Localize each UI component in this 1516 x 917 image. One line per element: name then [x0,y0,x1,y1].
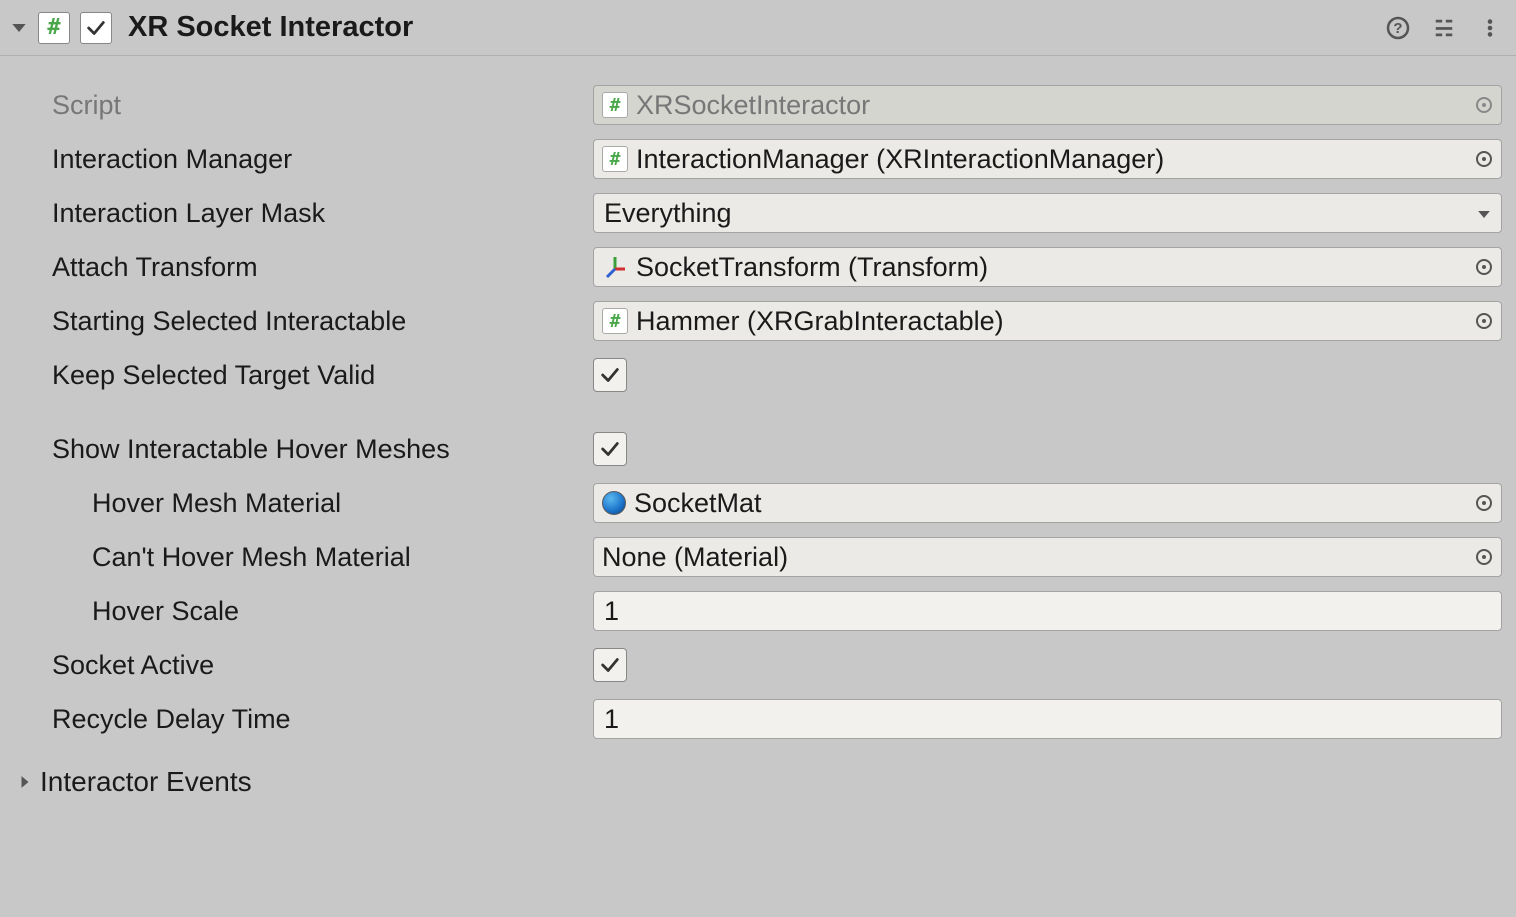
object-picker-icon[interactable] [1473,546,1495,568]
attach-transform-row: Attach Transform SocketTransform (Transf… [52,240,1502,294]
recycle-delay-row: Recycle Delay Time 1 [52,692,1502,746]
interaction-manager-value: InteractionManager (XRInteractionManager… [636,144,1493,175]
socket-active-label: Socket Active [52,650,593,681]
hover-scale-row: Hover Scale 1 [52,584,1502,638]
recycle-delay-input[interactable]: 1 [593,699,1502,739]
interaction-layer-mask-row: Interaction Layer Mask Everything [52,186,1502,240]
script-value: XRSocketInteractor [636,90,1493,121]
cant-hover-material-field[interactable]: None (Material) [593,537,1502,577]
keep-selected-valid-checkbox[interactable] [593,358,627,392]
script-row: Script # XRSocketInteractor [52,78,1502,132]
attach-transform-field[interactable]: SocketTransform (Transform) [593,247,1502,287]
socket-active-checkbox[interactable] [593,648,627,682]
interaction-manager-label: Interaction Manager [52,144,593,175]
hover-mesh-material-row: Hover Mesh Material SocketMat [52,476,1502,530]
recycle-delay-label: Recycle Delay Time [52,704,593,735]
starting-selected-value: Hammer (XRGrabInteractable) [636,306,1493,337]
socket-active-row: Socket Active [52,638,1502,692]
script-icon: # [38,12,70,44]
component-title: XR Socket Interactor [128,11,1376,44]
hover-mesh-material-label: Hover Mesh Material [52,488,593,519]
cant-hover-material-row: Can't Hover Mesh Material None (Material… [52,530,1502,584]
script-label: Script [52,90,593,121]
object-picker-icon [1473,94,1495,116]
hover-scale-value: 1 [604,596,619,627]
object-picker-icon[interactable] [1473,492,1495,514]
foldout-arrow-icon[interactable] [10,19,28,37]
recycle-delay-value: 1 [604,704,619,735]
object-picker-icon[interactable] [1473,148,1495,170]
show-hover-meshes-label: Show Interactable Hover Meshes [52,434,593,465]
interactor-events-row[interactable]: Interactor Events [16,746,1502,798]
keep-selected-valid-label: Keep Selected Target Valid [52,360,593,391]
script-type-icon: # [602,308,628,334]
component-enable-checkbox[interactable] [80,12,112,44]
script-type-icon: # [602,92,628,118]
svg-text:?: ? [1393,20,1402,37]
interaction-layer-mask-value: Everything [604,198,1491,229]
hover-scale-input[interactable]: 1 [593,591,1502,631]
transform-icon [602,254,628,280]
component-header: # XR Socket Interactor ? [0,0,1516,56]
interactor-events-label: Interactor Events [40,766,252,798]
material-icon [602,491,626,515]
properties-panel: Script # XRSocketInteractor Interaction … [0,56,1516,812]
cant-hover-material-value: None (Material) [602,542,1493,573]
help-icon[interactable]: ? [1386,16,1410,40]
attach-transform-label: Attach Transform [52,252,593,283]
starting-selected-label: Starting Selected Interactable [52,306,593,337]
interaction-manager-row: Interaction Manager # InteractionManager… [52,132,1502,186]
starting-selected-field[interactable]: # Hammer (XRGrabInteractable) [593,301,1502,341]
keep-selected-valid-row: Keep Selected Target Valid [52,348,1502,402]
hover-mesh-material-field[interactable]: SocketMat [593,483,1502,523]
show-hover-meshes-row: Show Interactable Hover Meshes [52,422,1502,476]
preset-icon[interactable] [1432,16,1456,40]
hover-mesh-material-value: SocketMat [634,488,1493,519]
menu-icon[interactable] [1478,16,1502,40]
chevron-down-icon [1477,198,1491,229]
attach-transform-value: SocketTransform (Transform) [636,252,1493,283]
object-picker-icon[interactable] [1473,310,1495,332]
interaction-layer-mask-dropdown[interactable]: Everything [593,193,1502,233]
hover-scale-label: Hover Scale [52,596,593,627]
show-hover-meshes-checkbox[interactable] [593,432,627,466]
cant-hover-material-label: Can't Hover Mesh Material [52,542,593,573]
starting-selected-row: Starting Selected Interactable # Hammer … [52,294,1502,348]
object-picker-icon[interactable] [1473,256,1495,278]
script-field: # XRSocketInteractor [593,85,1502,125]
interaction-layer-mask-label: Interaction Layer Mask [52,198,593,229]
foldout-arrow-right-icon [16,773,34,791]
interaction-manager-field[interactable]: # InteractionManager (XRInteractionManag… [593,139,1502,179]
script-type-icon: # [602,146,628,172]
